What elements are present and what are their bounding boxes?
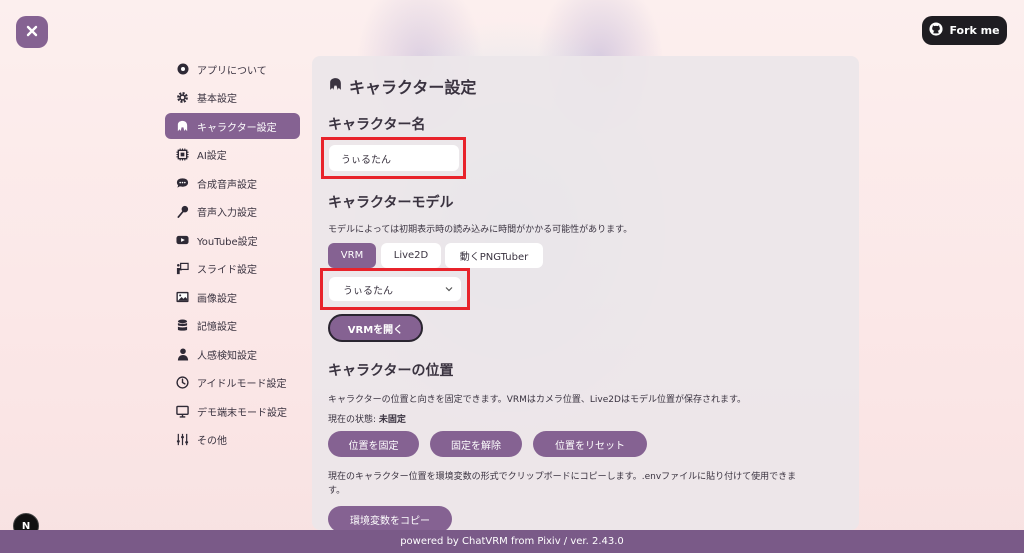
character-name-input[interactable]	[329, 145, 459, 171]
sidebar-item-demo[interactable]: デモ端末モード設定	[165, 398, 300, 424]
status-value: 未固定	[378, 415, 406, 425]
character-settings-panel: キャラクター設定 キャラクター名 キャラクターモデル モデルによっては初期表示時…	[312, 56, 859, 530]
tab-live2d[interactable]: Live2D	[381, 243, 441, 268]
ai-chip-icon	[176, 148, 189, 161]
microphone-icon	[176, 205, 189, 218]
sidebar-item-label: デモ端末モード設定	[197, 407, 287, 419]
model-description: モデルによっては初期表示時の読み込みに時間がかかる可能性があります。	[328, 225, 633, 235]
model-select-value: うぃるたん	[343, 285, 393, 297]
reset-position-button[interactable]: 位置をリセット	[533, 431, 647, 457]
sidebar-item-youtube[interactable]: YouTube設定	[165, 227, 300, 253]
copy-env-button[interactable]: 環境変数をコピー	[328, 506, 452, 530]
sidebar-item-label: 合成音声設定	[197, 179, 257, 191]
sidebar-item-label: 記憶設定	[197, 322, 237, 333]
fork-me-button[interactable]: Fork me	[922, 16, 1007, 45]
character-icon	[176, 120, 189, 133]
person-icon	[176, 347, 189, 361]
close-icon	[26, 25, 38, 40]
sliders-icon	[176, 433, 189, 446]
open-vrm-button[interactable]: VRMを開く	[328, 314, 423, 342]
footer-credit: powered by ChatVRM from Pixiv / ver. 2.4…	[400, 536, 624, 547]
sidebar-item-label: キャラクター設定	[197, 122, 277, 134]
page-title: キャラクター設定	[328, 74, 476, 98]
character-icon	[328, 77, 343, 96]
speech-bubble-icon	[176, 177, 189, 190]
character-position-heading: キャラクターの位置	[328, 363, 454, 379]
page-title-text: キャラクター設定	[349, 78, 477, 97]
fix-position-button[interactable]: 位置を固定	[328, 431, 419, 457]
sidebar-item-character[interactable]: キャラクター設定	[165, 113, 300, 139]
youtube-icon	[176, 234, 189, 247]
tab-pngtuber[interactable]: 動くPNGTuber	[445, 243, 543, 268]
github-icon	[929, 22, 943, 39]
close-button[interactable]	[16, 16, 48, 48]
status-label: 現在の状態:	[328, 415, 377, 425]
sidebar-item-label: その他	[197, 436, 227, 447]
sidebar-item-ai[interactable]: AI設定	[165, 142, 300, 168]
info-circle-icon	[176, 63, 189, 76]
clock-icon	[176, 376, 189, 389]
sidebar-item-label: アイドルモード設定	[197, 379, 287, 390]
chevron-down-icon	[445, 284, 453, 295]
sidebar-item-label: 画像設定	[197, 293, 237, 305]
presentation-icon	[176, 262, 189, 275]
sidebar-item-label: YouTube設定	[197, 236, 258, 248]
settings-sidebar: アプリについて 基本設定 キャラクター設定 AI設定 合成音声設定 音声入力設定…	[165, 56, 300, 455]
position-description: キャラクターの位置と向きを固定できます。VRMはカメラ位置、Live2Dはモデル…	[328, 395, 747, 405]
sidebar-item-slide[interactable]: スライド設定	[165, 256, 300, 282]
sidebar-item-about[interactable]: アプリについて	[165, 56, 300, 82]
copy-env-description: 現在のキャラクター位置を環境変数の形式でクリップボードにコピーします。.envフ…	[328, 472, 797, 496]
fork-me-label: Fork me	[949, 24, 1000, 37]
sidebar-item-presence[interactable]: 人感検知設定	[165, 341, 300, 367]
sidebar-item-idle[interactable]: アイドルモード設定	[165, 370, 300, 396]
sidebar-item-label: アプリについて	[197, 65, 267, 77]
character-name-heading: キャラクター名	[328, 117, 426, 133]
sidebar-item-label: スライド設定	[197, 265, 257, 276]
sidebar-item-label: AI設定	[197, 151, 227, 162]
database-icon	[176, 319, 189, 332]
sidebar-item-basic[interactable]: 基本設定	[165, 85, 300, 111]
sidebar-item-label: 人感検知設定	[197, 350, 257, 362]
character-model-heading: キャラクターモデル	[328, 195, 454, 211]
model-select[interactable]: うぃるたん	[329, 277, 461, 301]
tab-vrm[interactable]: VRM	[328, 243, 376, 268]
sidebar-item-label: 音声入力設定	[197, 208, 257, 219]
footer: powered by ChatVRM from Pixiv / ver. 2.4…	[0, 530, 1024, 553]
sidebar-item-memory[interactable]: 記憶設定	[165, 313, 300, 339]
sidebar-item-label: 基本設定	[197, 94, 237, 105]
sidebar-item-tts[interactable]: 合成音声設定	[165, 170, 300, 196]
sidebar-item-image[interactable]: 画像設定	[165, 284, 300, 310]
sidebar-item-voice-input[interactable]: 音声入力設定	[165, 199, 300, 225]
monitor-icon	[176, 405, 189, 418]
unfix-position-button[interactable]: 固定を解除	[430, 431, 522, 457]
position-status: 現在の状態: 未固定	[328, 412, 406, 425]
image-icon	[176, 291, 189, 304]
gear-icon	[176, 91, 189, 104]
sidebar-item-other[interactable]: その他	[165, 427, 300, 453]
